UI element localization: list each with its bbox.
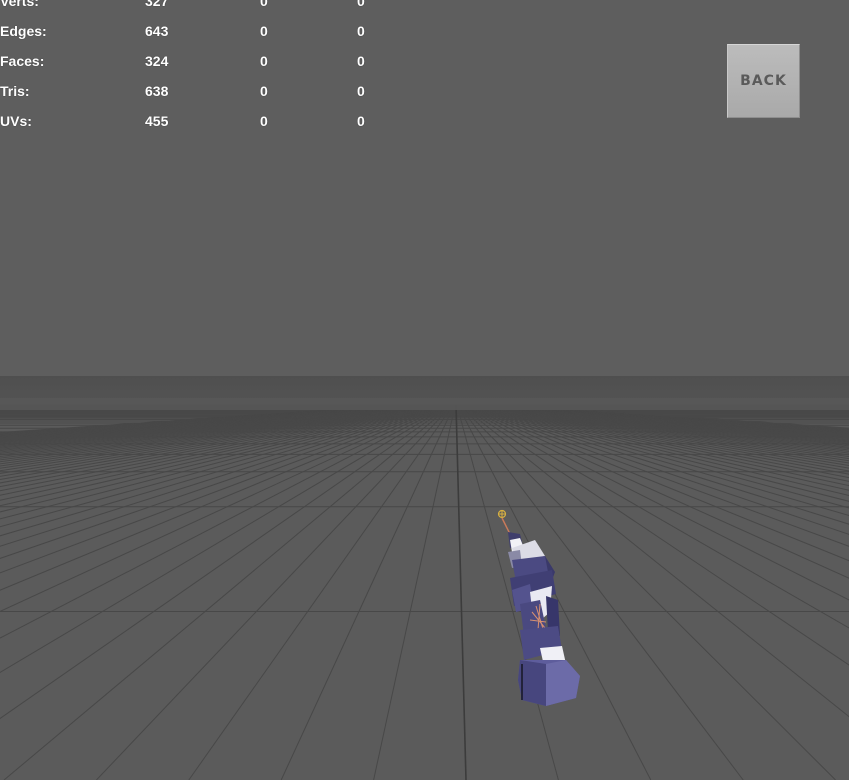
stat-value: 0 (357, 0, 365, 9)
stat-row-tris: Tris: 638 0 0 (0, 76, 400, 106)
stat-row-edges: Edges: 643 0 0 (0, 16, 400, 46)
back-button-label: BACK (740, 73, 787, 89)
stat-row-faces: Faces: 324 0 0 (0, 46, 400, 76)
stat-value: 0 (357, 83, 365, 99)
stat-row-uvs: UVs: 455 0 0 (0, 106, 400, 136)
stat-label: Faces: (0, 53, 45, 69)
stat-value: 0 (357, 53, 365, 69)
stat-value: 0 (260, 23, 268, 39)
stat-label: Edges: (0, 23, 47, 39)
stat-value: 455 (145, 113, 169, 129)
stat-label: Verts: (0, 0, 39, 9)
stat-value: 638 (145, 83, 169, 99)
stat-value: 0 (357, 23, 365, 39)
stat-value: 324 (145, 53, 169, 69)
stat-value: 0 (357, 113, 365, 129)
stat-label: UVs: (0, 113, 32, 129)
stat-value: 0 (260, 83, 268, 99)
stat-value: 643 (145, 23, 169, 39)
stat-value: 327 (145, 0, 169, 9)
3d-viewport[interactable]: Verts: 327 0 0 Edges: 643 0 0 Faces: 324… (0, 0, 849, 780)
stat-label: Tris: (0, 83, 30, 99)
stat-value: 0 (260, 0, 268, 9)
polycount-stats: Verts: 327 0 0 Edges: 643 0 0 Faces: 324… (0, 0, 400, 136)
stat-row-verts: Verts: 327 0 0 (0, 0, 400, 16)
grid-horizon-edge (0, 398, 849, 410)
back-button[interactable]: BACK (727, 44, 800, 118)
stat-value: 0 (260, 53, 268, 69)
stat-value: 0 (260, 113, 268, 129)
